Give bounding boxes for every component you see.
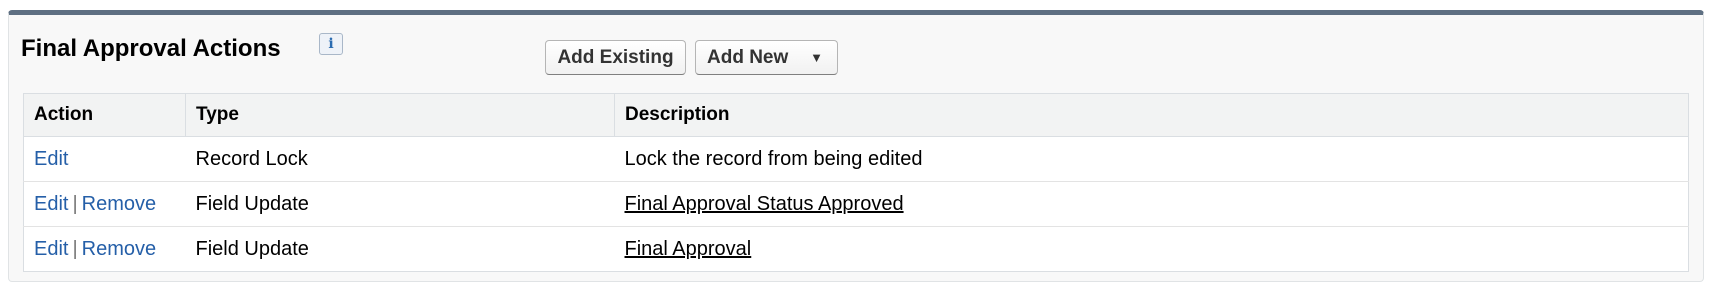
remove-link[interactable]: Remove — [82, 238, 156, 260]
table-header-row: Action Type Description — [23, 93, 1689, 137]
description-cell: Final Approval Status Approved — [614, 181, 1689, 227]
info-icon[interactable]: i — [319, 33, 343, 55]
action-separator: | — [72, 192, 78, 215]
column-header-type: Type — [185, 93, 615, 137]
action-cell: Edit — [23, 136, 186, 182]
type-cell: Record Lock — [185, 136, 615, 182]
table-row: Edit Record Lock Lock the record from be… — [23, 136, 1689, 182]
description-link[interactable]: Final Approval Status Approved — [625, 193, 904, 215]
column-header-description: Description — [614, 93, 1689, 137]
table-row: Edit | Remove Field Update Final Approval — [23, 226, 1689, 272]
description-link[interactable]: Final Approval — [625, 238, 752, 260]
column-header-action: Action — [23, 93, 186, 137]
remove-link[interactable]: Remove — [82, 193, 156, 215]
edit-link[interactable]: Edit — [34, 238, 68, 260]
add-existing-button[interactable]: Add Existing — [545, 40, 686, 75]
edit-link[interactable]: Edit — [34, 193, 68, 215]
type-cell: Field Update — [185, 226, 615, 272]
actions-table: Action Type Description Edit Record Lock… — [23, 93, 1689, 272]
action-cell: Edit | Remove — [23, 226, 186, 272]
action-cell: Edit | Remove — [23, 181, 186, 227]
panel-header: Final Approval Actions i Add Existing Ad… — [9, 15, 1703, 79]
edit-link[interactable]: Edit — [34, 148, 68, 170]
table-row: Edit | Remove Field Update Final Approval … — [23, 181, 1689, 227]
add-new-label: Add New — [707, 47, 789, 68]
description-cell: Lock the record from being edited — [614, 136, 1689, 182]
section-title: Final Approval Actions — [21, 35, 281, 62]
action-separator: | — [72, 237, 78, 260]
type-cell: Field Update — [185, 181, 615, 227]
description-cell: Final Approval — [614, 226, 1689, 272]
chevron-down-icon: ▼ — [810, 50, 823, 65]
final-approval-actions-panel: Final Approval Actions i Add Existing Ad… — [8, 10, 1704, 282]
add-new-button[interactable]: Add New ▼ — [695, 40, 838, 75]
